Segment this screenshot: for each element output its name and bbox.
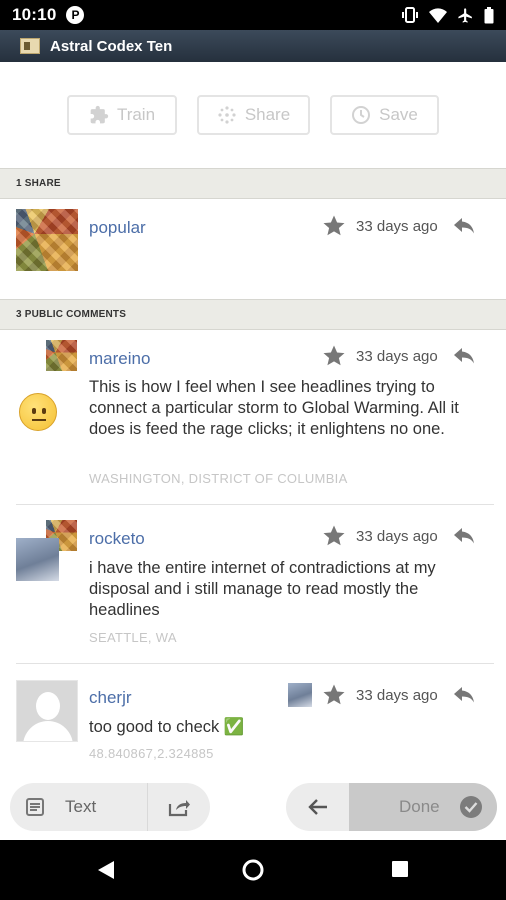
text-button[interactable]: Text [10,783,148,831]
share-out-icon [168,800,190,817]
shares-section-header: 1 SHARE [0,168,506,199]
source-avatar [288,683,312,707]
source-avatar [46,340,77,371]
done-button[interactable]: Done [349,783,497,831]
star-icon[interactable] [322,524,346,548]
nav-home-icon[interactable] [242,859,264,881]
share-button[interactable]: Share [197,95,310,135]
bottom-action-bar: Text Done [0,775,506,840]
reply-icon[interactable] [452,685,476,705]
comment-username[interactable]: mareino [89,349,150,369]
check-icon [459,796,482,818]
star-icon[interactable] [322,683,346,707]
comment-meta: 33 days ago [322,344,476,368]
comment-text: too good to check ✅ [89,718,245,736]
comment-meta: 33 days ago [288,683,476,707]
comment-username[interactable]: rocketo [89,529,145,549]
reply-icon[interactable] [452,346,476,366]
clock-icon [352,106,371,124]
action-buttons: Train Share Save [0,62,506,168]
share-row: popular 33 days ago [0,200,506,300]
train-button[interactable]: Train [67,95,177,135]
app-title: Astral Codex Ten [50,37,173,55]
app-notification-icon: P [66,6,85,24]
wifi-icon [429,7,447,23]
system-navigation-bar [0,840,506,900]
arrow-left-icon [307,799,327,815]
vibrate-icon [402,7,418,23]
share-label: Share [244,105,291,124]
reply-icon[interactable] [452,526,476,546]
app-logo-icon [20,38,40,54]
comment-meta: 33 days ago [322,524,476,548]
comment-item: rocketo 33 days ago i have the entire in… [0,506,506,664]
back-button[interactable] [286,783,349,831]
text-label: Text [65,797,97,816]
share-time: 33 days ago [356,217,438,235]
avatar[interactable] [16,209,78,271]
share-dots-icon [218,106,236,124]
comment-text: This is how I feel when I see headlines … [89,378,459,438]
comment-time: 33 days ago [356,347,438,365]
train-label: Train [116,105,156,124]
airplane-icon [458,7,472,23]
default-avatar-icon[interactable] [16,680,78,742]
app-header: Astral Codex Ten [0,30,506,62]
compose-pill: Text [10,783,210,831]
comment-location: SEATTLE, WA [89,630,177,645]
comments-section-header: 3 PUBLIC COMMENTS [0,299,506,330]
nav-back-icon[interactable] [96,860,116,880]
puzzle-icon [90,105,109,124]
share-meta: 33 days ago [322,214,476,238]
comment-username[interactable]: cherjr [89,688,132,708]
battery-icon [484,6,494,23]
star-icon[interactable] [322,344,346,368]
reply-icon[interactable] [452,216,476,236]
nav-recents-icon[interactable] [391,860,409,878]
star-icon[interactable] [322,214,346,238]
comment-location: 48.840867,2.324885 [89,746,214,761]
share-username[interactable]: popular [89,218,146,238]
save-button[interactable]: Save [330,95,439,135]
comment-item: cherjr 33 days ago too good to check ✅ 4… [0,664,506,775]
comment-text: i have the entire internet of contradict… [89,559,436,619]
divider [16,504,494,505]
comment-time: 33 days ago [356,527,438,545]
status-bar: 10:10 P [0,0,506,30]
status-time: 10:10 [12,5,57,24]
navigation-pill: Done [286,783,497,831]
comment-item: mareino 33 days ago This is how I feel w… [0,331,506,506]
avatar[interactable] [16,538,59,581]
comment-location: WASHINGTON, DISTRICT OF COLUMBIA [89,471,348,486]
text-document-icon [26,798,44,816]
done-label: Done [399,797,440,816]
neutral-face-avatar-icon[interactable] [19,393,57,431]
share-out-button[interactable] [148,783,210,831]
comment-time: 33 days ago [356,686,438,704]
save-label: Save [379,105,418,124]
